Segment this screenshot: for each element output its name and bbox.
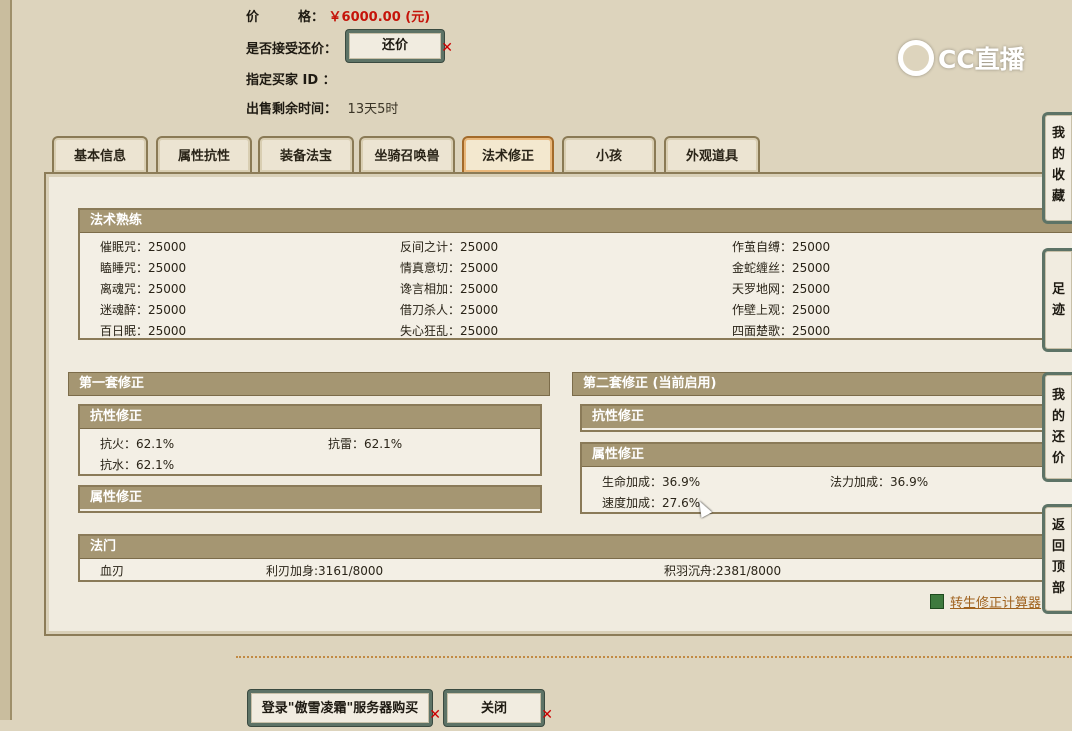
set2-attr-section: 属性修正 生命加成：36.9% 法力加成：36.9% 速度加成：27.6% bbox=[580, 442, 1072, 514]
rebirth-calculator-link[interactable]: 转生修正计算器 bbox=[930, 592, 1041, 611]
close-x-icon: ✕ bbox=[441, 40, 453, 56]
spell-proficiency-header: 法术熟练 bbox=[80, 210, 1072, 233]
login-buy-label: 登录"傲雪凌霜"服务器购买 bbox=[261, 701, 419, 716]
cc-logo-icon bbox=[898, 40, 934, 76]
set1-attr-section: 属性修正 bbox=[78, 485, 542, 513]
counter-offer-button[interactable]: 还价 ✕ bbox=[346, 30, 453, 62]
sidebar-my-offers-label: 我的还价 bbox=[1051, 388, 1065, 466]
attr-item: 速度加成：27.6% bbox=[602, 496, 701, 510]
close-label: 关闭 bbox=[480, 701, 507, 716]
sidebar-back-to-top[interactable]: 返回顶部 bbox=[1042, 504, 1072, 614]
set2-attr-header: 属性修正 bbox=[582, 444, 1072, 467]
spell-item: 借刀杀人：25000 bbox=[400, 303, 499, 317]
set1-resist-header: 抗性修正 bbox=[80, 406, 540, 429]
sidebar-footprints-label: 足迹 bbox=[1051, 282, 1065, 318]
close-x-icon: ✕ bbox=[541, 707, 553, 723]
resist-item: 抗水：62.1% bbox=[100, 458, 175, 472]
set2-header: 第二套修正 (当前启用) bbox=[572, 372, 1054, 396]
spell-item: 天罗地网：25000 bbox=[732, 282, 831, 296]
tab-appearance[interactable]: 外观道具 bbox=[664, 136, 760, 172]
cc-logo-text: CC直播 bbox=[938, 45, 1025, 74]
buyer-id-label: 指定买家 ID ： bbox=[246, 73, 336, 88]
remaining-time-label: 出售剩余时间： bbox=[246, 102, 338, 117]
resist-item: 抗火：62.1% bbox=[100, 437, 175, 451]
attr-item: 法力加成：36.9% bbox=[830, 475, 929, 489]
left-frame-border bbox=[0, 0, 12, 720]
price-label: 价 格： bbox=[246, 10, 325, 25]
sidebar-back-to-top-label: 返回顶部 bbox=[1051, 518, 1065, 596]
main-panel: 法术熟练 催眠咒：25000 反间之计：25000 作茧自缚：25000 瞌睡咒… bbox=[44, 172, 1072, 636]
spell-item: 失心狂乱：25000 bbox=[400, 324, 499, 338]
set1-resist-section: 抗性修正 抗火：62.1% 抗雷：62.1% 抗水：62.1% bbox=[78, 404, 542, 476]
sidebar-footprints[interactable]: 足迹 bbox=[1042, 248, 1072, 352]
spell-proficiency-section: 法术熟练 催眠咒：25000 反间之计：25000 作茧自缚：25000 瞌睡咒… bbox=[78, 208, 1072, 340]
spell-item: 金蛇缠丝：25000 bbox=[732, 261, 831, 275]
famen-item: 利刃加身:3161/8000 bbox=[266, 564, 384, 578]
rebirth-calculator-label: 转生修正计算器 bbox=[950, 596, 1042, 611]
tab-attr-resist[interactable]: 属性抗性 bbox=[156, 136, 252, 172]
spell-item: 作壁上观：25000 bbox=[732, 303, 831, 317]
famen-header: 法门 bbox=[80, 536, 1072, 559]
spell-item: 瞌睡咒：25000 bbox=[100, 261, 187, 275]
tab-spell-correction[interactable]: 法术修正 bbox=[462, 136, 554, 172]
attr-item: 生命加成：36.9% bbox=[602, 475, 701, 489]
buyer-id-row: 指定买家 ID ： bbox=[246, 69, 336, 88]
tab-child[interactable]: 小孩 bbox=[562, 136, 656, 172]
counter-offer-label: 是否接受还价： bbox=[246, 42, 338, 57]
tab-equipment[interactable]: 装备法宝 bbox=[258, 136, 354, 172]
counter-offer-row: 是否接受还价： bbox=[246, 38, 337, 57]
famen-item: 积羽沉舟:2381/8000 bbox=[664, 564, 782, 578]
famen-item: 血刃 bbox=[100, 564, 125, 578]
calculator-icon bbox=[930, 594, 944, 609]
spell-item: 四面楚歌：25000 bbox=[732, 324, 831, 338]
famen-section: 法门 血刃 利刃加身:3161/8000 积羽沉舟:2381/8000 bbox=[78, 534, 1072, 582]
remaining-time-row: 出售剩余时间： 13天5时 bbox=[246, 98, 398, 117]
spell-item: 谗言相加：25000 bbox=[400, 282, 499, 296]
spell-item: 情真意切：25000 bbox=[400, 261, 499, 275]
sidebar-favorites-label: 我的收藏 bbox=[1051, 126, 1065, 204]
sidebar-my-offers[interactable]: 我的还价 bbox=[1042, 372, 1072, 482]
tab-mounts-pets[interactable]: 坐骑召唤兽 bbox=[359, 136, 455, 172]
price-value: ￥6000.00 (元) bbox=[328, 10, 431, 25]
counter-offer-button-label: 还价 bbox=[381, 38, 408, 53]
close-x-icon: ✕ bbox=[429, 707, 441, 723]
set2-resist-header: 抗性修正 bbox=[582, 406, 1072, 428]
tab-basic-info[interactable]: 基本信息 bbox=[52, 136, 148, 172]
cc-logo: CC直播 bbox=[898, 40, 1025, 76]
spell-item: 离魂咒：25000 bbox=[100, 282, 187, 296]
close-button[interactable]: 关闭 ✕ bbox=[444, 690, 553, 726]
set1-attr-header: 属性修正 bbox=[80, 487, 540, 509]
sidebar-favorites[interactable]: 我的收藏 bbox=[1042, 112, 1072, 224]
spell-item: 迷魂醉：25000 bbox=[100, 303, 187, 317]
price-row: 价 格： ￥6000.00 (元) bbox=[246, 6, 430, 25]
spell-item: 反间之计：25000 bbox=[400, 240, 499, 254]
login-buy-button[interactable]: 登录"傲雪凌霜"服务器购买 ✕ bbox=[248, 690, 441, 726]
dotted-divider bbox=[236, 656, 1072, 658]
spell-item: 作茧自缚：25000 bbox=[732, 240, 831, 254]
spell-item: 百日眠：25000 bbox=[100, 324, 187, 338]
resist-item: 抗雷：62.1% bbox=[328, 437, 403, 451]
set1-header: 第一套修正 bbox=[68, 372, 550, 396]
spell-item: 催眠咒：25000 bbox=[100, 240, 187, 254]
remaining-time-value: 13天5时 bbox=[347, 102, 399, 117]
set2-resist-section: 抗性修正 bbox=[580, 404, 1072, 432]
